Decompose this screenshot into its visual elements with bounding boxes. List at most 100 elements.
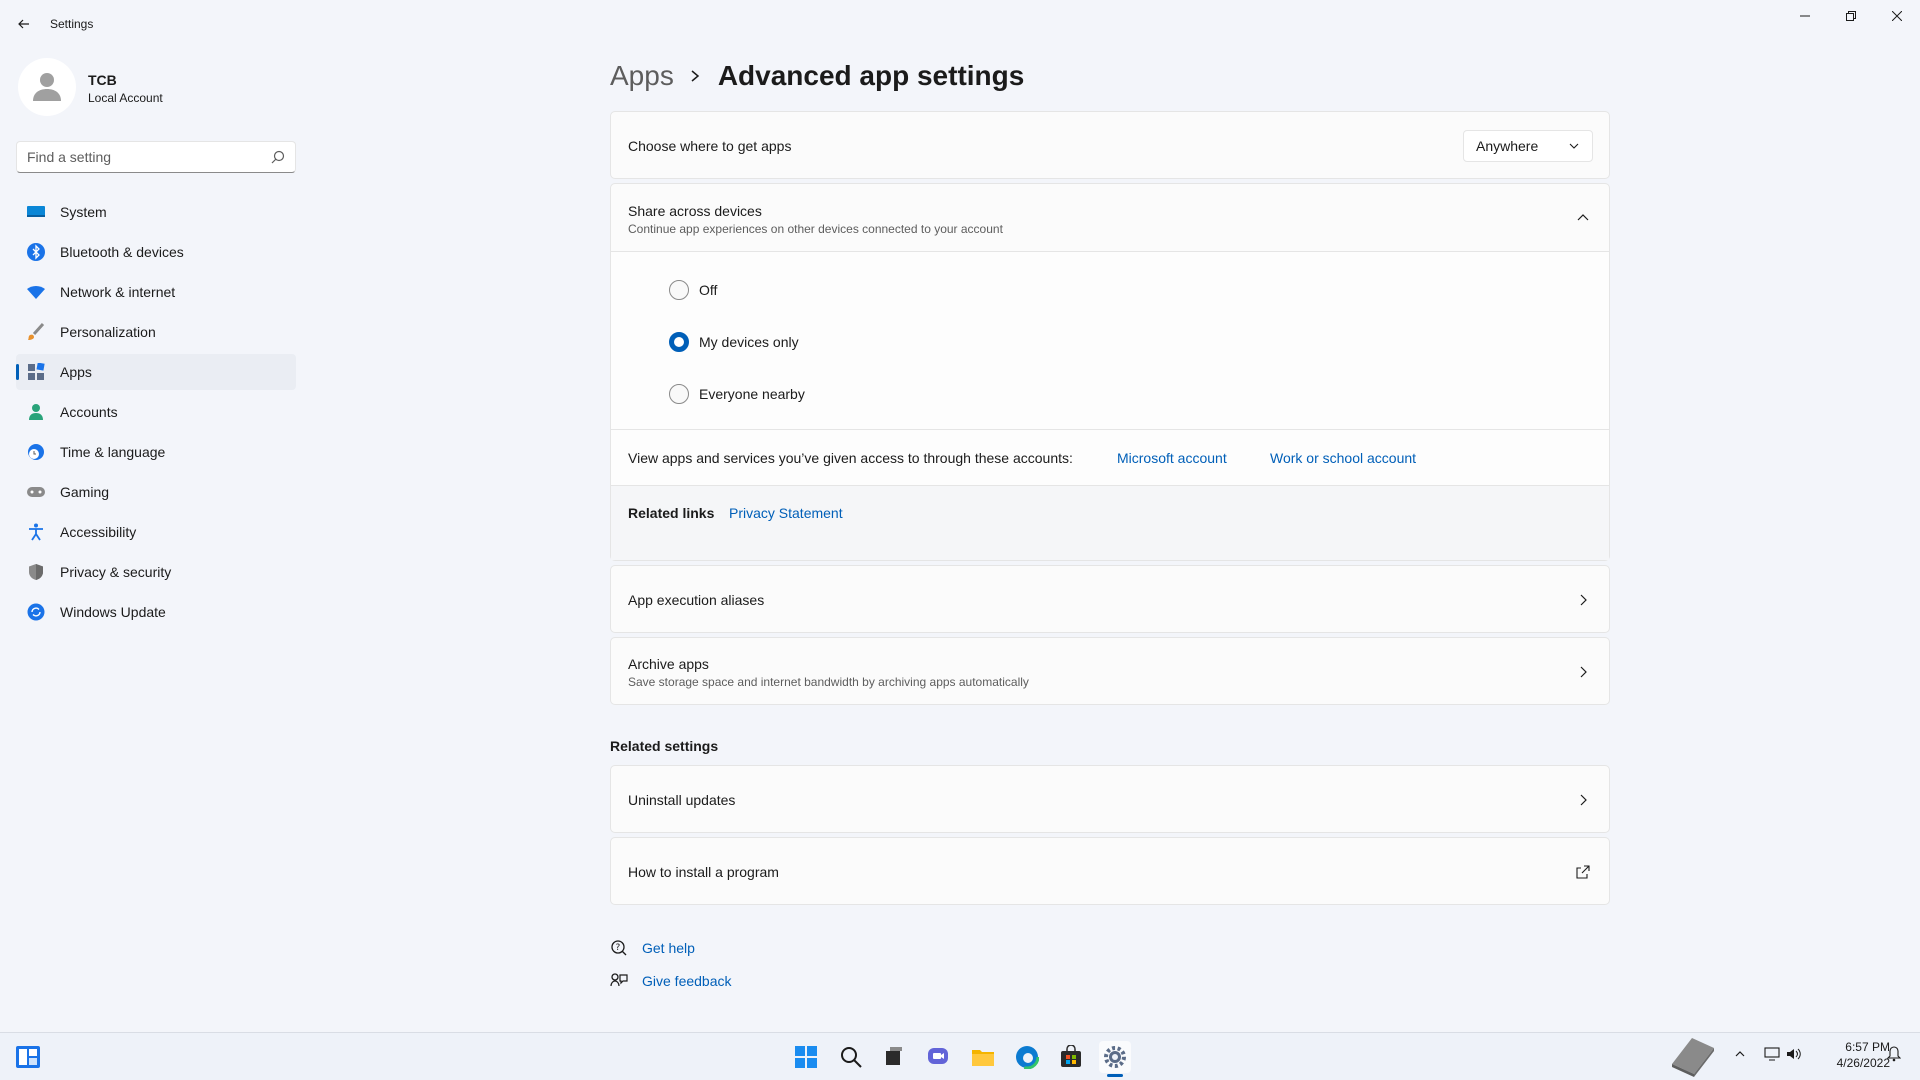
search-input[interactable] <box>17 142 257 172</box>
give-feedback-link[interactable]: Give feedback <box>642 973 732 989</box>
minimize-button[interactable] <box>1782 0 1828 32</box>
taskbar <box>0 1032 1920 1080</box>
breadcrumb-parent-link[interactable]: Apps <box>610 60 674 92</box>
page-title: Advanced app settings <box>717 60 1025 91</box>
sidebar-item-bluetooth[interactable]: Bluetooth & devices <box>16 234 296 270</box>
minimize-icon <box>1800 15 1810 17</box>
radio-option-off[interactable]: Off <box>669 280 717 300</box>
avatar <box>18 58 76 116</box>
share-header[interactable]: Share across devices Continue app experi… <box>611 184 1609 252</box>
chat-icon <box>928 1048 948 1064</box>
chat-button[interactable] <box>922 1041 954 1073</box>
chevron-right-icon <box>1580 666 1587 678</box>
sidebar-item-label: Time & language <box>60 444 166 460</box>
edge-icon <box>1015 1045 1039 1069</box>
app-title: Settings <box>50 17 94 31</box>
choose-apps-title: Choose where to get apps <box>628 138 792 154</box>
accounts-text: View apps and services you’ve given acce… <box>628 450 1073 466</box>
volume-icon[interactable] <box>1786 1046 1802 1062</box>
sidebar-item-accessibility[interactable]: Accessibility <box>16 514 296 550</box>
task-view-icon <box>886 1047 902 1065</box>
sidebar-item-time-language[interactable]: Time & language <box>16 434 296 470</box>
edge-button[interactable] <box>1011 1041 1043 1073</box>
task-view-button[interactable] <box>878 1041 910 1073</box>
app-execution-aliases-card[interactable]: App execution aliases <box>610 565 1610 633</box>
start-button[interactable] <box>790 1041 822 1073</box>
radio-button[interactable] <box>669 280 689 300</box>
title-bar: Settings <box>0 0 1920 48</box>
taskbar-search-button[interactable] <box>835 1041 867 1073</box>
sidebar-item-network[interactable]: Network & internet <box>16 274 296 310</box>
sidebar-item-accounts[interactable]: Accounts <box>16 394 296 430</box>
user-profile[interactable]: TCB Local Account <box>16 56 296 116</box>
clock-date[interactable]: 4/26/2022 <box>1810 1056 1890 1070</box>
get-help-link[interactable]: Get help <box>642 940 695 956</box>
accounts-row: View apps and services you’ve given acce… <box>611 430 1609 486</box>
uninstall-updates-card[interactable]: Uninstall updates <box>610 765 1610 833</box>
chevron-up-icon[interactable] <box>1575 210 1591 226</box>
radio-button[interactable] <box>669 384 689 404</box>
globe-clock-icon <box>26 442 46 462</box>
microsoft-account-link[interactable]: Microsoft account <box>1117 450 1227 466</box>
shield-icon <box>26 562 46 582</box>
sidebar-item-label: Network & internet <box>60 284 176 300</box>
sidebar-item-label: Apps <box>60 364 92 380</box>
give-feedback-row[interactable]: Give feedback <box>610 972 732 990</box>
get-help-row[interactable]: ? Get help <box>610 939 695 957</box>
settings-app-button[interactable] <box>1099 1041 1131 1073</box>
file-explorer-button[interactable] <box>967 1041 999 1073</box>
accessibility-icon <box>26 522 46 542</box>
related-links-label: Related links <box>628 505 715 521</box>
sidebar-item-label: System <box>60 204 107 220</box>
gamepad-icon <box>26 482 46 502</box>
feedback-icon <box>610 972 628 990</box>
radio-label: Off <box>699 282 718 298</box>
wifi-icon <box>26 282 46 302</box>
chevron-up-icon[interactable] <box>1732 1046 1748 1062</box>
radio-option-my-devices[interactable]: My devices only <box>669 332 799 352</box>
archive-apps-card[interactable]: Archive apps Save storage space and inte… <box>610 637 1610 705</box>
search-box[interactable] <box>16 141 296 173</box>
search-icon[interactable] <box>271 150 285 164</box>
sidebar-item-windows-update[interactable]: Windows Update <box>16 594 296 630</box>
sidebar-item-personalization[interactable]: Personalization <box>16 314 296 350</box>
chevron-right-icon <box>1580 794 1587 806</box>
dropdown-value: Anywhere <box>1476 138 1539 154</box>
how-to-install-title: How to install a program <box>628 864 779 880</box>
sidebar-item-system[interactable]: System <box>16 194 296 230</box>
share-title: Share across devices <box>628 203 762 219</box>
privacy-statement-link[interactable]: Privacy Statement <box>729 505 843 521</box>
settings-icon <box>1104 1046 1126 1068</box>
apps-icon <box>26 362 46 382</box>
chevron-right-icon <box>1580 594 1587 606</box>
monitor-icon[interactable] <box>1764 1046 1780 1062</box>
notification-bell-icon[interactable] <box>1886 1046 1902 1062</box>
close-icon <box>1892 11 1902 21</box>
radio-button[interactable] <box>669 332 689 352</box>
widgets-icon <box>16 1046 40 1068</box>
share-description: Continue app experiences on other device… <box>628 222 1003 236</box>
sidebar-item-gaming[interactable]: Gaming <box>16 474 296 510</box>
close-button[interactable] <box>1874 0 1920 32</box>
back-button[interactable] <box>12 12 36 36</box>
clock-time[interactable]: 6:57 PM <box>1810 1040 1890 1054</box>
archive-title: Archive apps <box>628 656 709 672</box>
person-icon <box>26 402 46 422</box>
radio-label: My devices only <box>699 334 799 350</box>
maximize-button[interactable] <box>1828 0 1874 32</box>
chevron-right-icon <box>690 69 702 83</box>
monitor-icon <box>26 202 46 222</box>
how-to-install-card[interactable]: How to install a program <box>610 837 1610 905</box>
sidebar-item-privacy[interactable]: Privacy & security <box>16 554 296 590</box>
external-link-icon <box>1576 865 1590 879</box>
store-button[interactable] <box>1055 1041 1087 1073</box>
sidebar-item-label: Windows Update <box>60 604 166 620</box>
work-school-account-link[interactable]: Work or school account <box>1270 450 1416 466</box>
app-source-dropdown[interactable]: Anywhere <box>1463 130 1593 162</box>
archive-description: Save storage space and internet bandwidt… <box>628 675 1029 689</box>
sidebar-item-label: Accounts <box>60 404 118 420</box>
widgets-button[interactable] <box>12 1041 44 1073</box>
radio-option-everyone-nearby[interactable]: Everyone nearby <box>669 384 805 404</box>
account-type: Local Account <box>88 91 163 105</box>
sidebar-item-apps[interactable]: Apps <box>16 354 296 390</box>
